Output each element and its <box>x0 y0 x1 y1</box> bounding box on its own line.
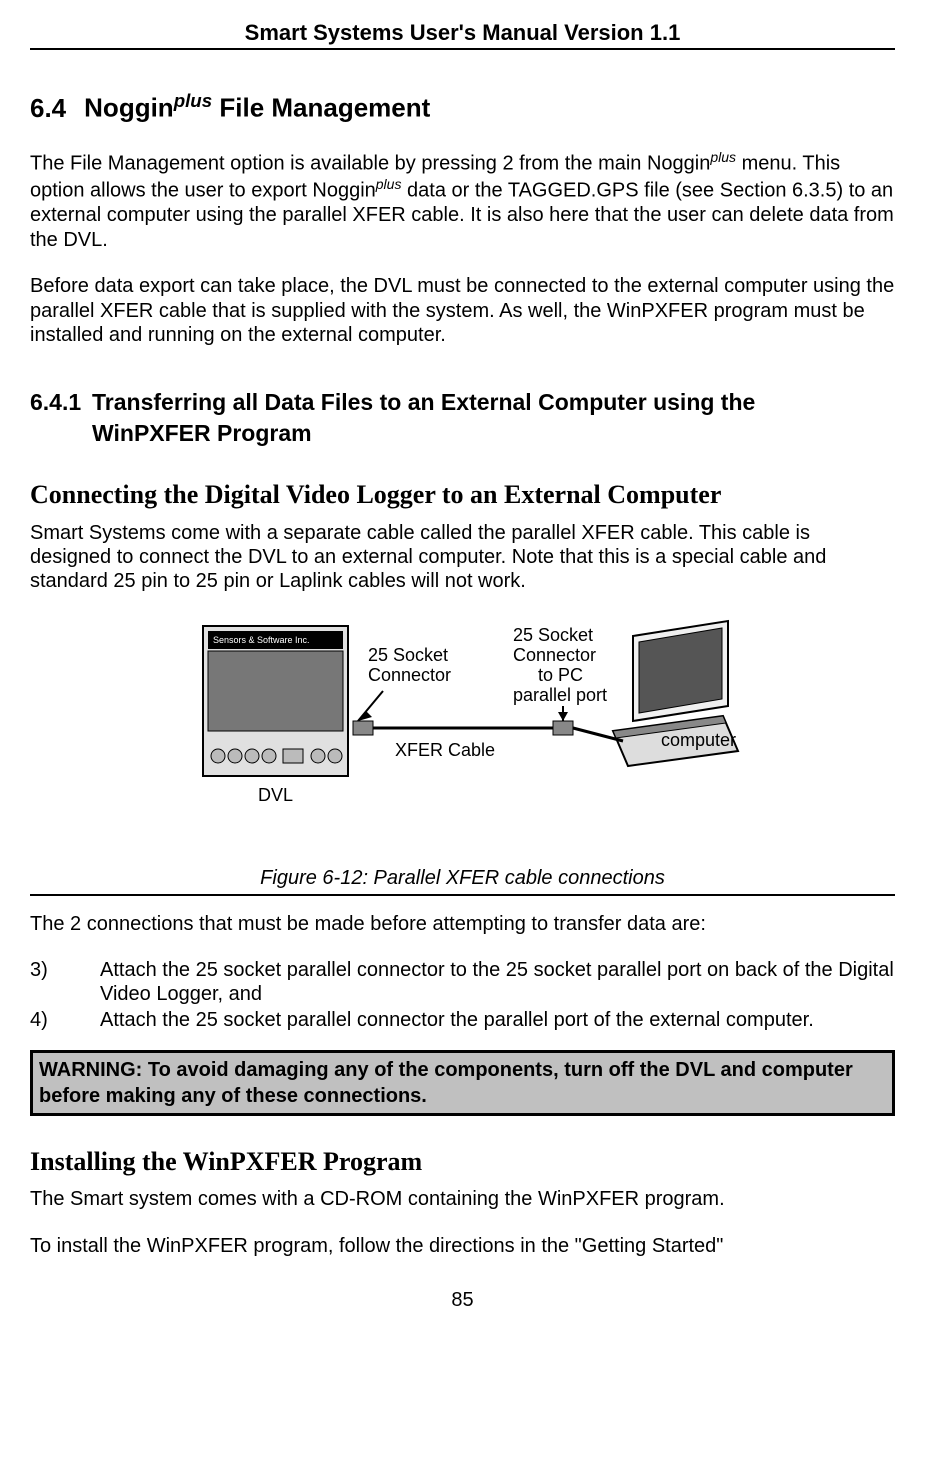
svg-text:Connector: Connector <box>368 665 451 685</box>
svg-text:parallel port: parallel port <box>513 685 607 705</box>
paragraph-1: The File Management option is available … <box>30 149 895 252</box>
warning-box: WARNING: To avoid damaging any of the co… <box>30 1050 895 1116</box>
paragraph-2: Before data export can take place, the D… <box>30 274 895 347</box>
svg-text:XFER Cable: XFER Cable <box>395 740 495 760</box>
serif-heading-installing: Installing the WinPXFER Program <box>30 1146 895 1177</box>
section-number: 6.4 <box>30 93 66 123</box>
page-number: 85 <box>30 1288 895 1312</box>
para1-sup1: plus <box>710 149 736 165</box>
paragraph-5: The Smart system comes with a CD-ROM con… <box>30 1187 895 1211</box>
para1-a: The File Management option is available … <box>30 153 710 175</box>
paragraph-4: The 2 connections that must be made befo… <box>30 912 895 936</box>
svg-text:DVL: DVL <box>258 785 293 805</box>
page-header: Smart Systems User's Manual Version 1.1 <box>30 20 895 50</box>
section-heading: 6.4 Nogginplus File Management <box>30 90 895 124</box>
svg-text:Sensors & Software Inc.: Sensors & Software Inc. <box>213 635 310 645</box>
list-item-4: 4) Attach the 25 socket parallel connect… <box>30 1008 895 1032</box>
serif-heading-connecting: Connecting the Digital Video Logger to a… <box>30 479 895 510</box>
section-brand: Noggin <box>84 93 174 123</box>
para1-sup2: plus <box>376 176 402 192</box>
figure-diagram: Sensors & Software Inc. DVL 25 Socket Co… <box>30 616 895 896</box>
paragraph-3: Smart Systems come with a separate cable… <box>30 521 895 594</box>
subsection-heading: 6.4.1Transferring all Data Files to an E… <box>30 387 895 449</box>
svg-text:to PC: to PC <box>538 665 583 685</box>
list-number: 3) <box>30 958 100 1006</box>
figure-caption: Figure 6-12: Parallel XFER cable connect… <box>30 866 895 896</box>
subsection-title: Transferring all Data Files to an Extern… <box>92 387 852 449</box>
list-text: Attach the 25 socket parallel connector … <box>100 958 895 1006</box>
list-number: 4) <box>30 1008 100 1032</box>
svg-text:25 Socket: 25 Socket <box>513 625 593 645</box>
subsection-number: 6.4.1 <box>30 387 92 418</box>
svg-text:computer: computer <box>661 730 736 750</box>
list-text: Attach the 25 socket parallel connector … <box>100 1008 895 1032</box>
paragraph-6: To install the WinPXFER program, follow … <box>30 1234 895 1258</box>
svg-text:Connector: Connector <box>513 645 596 665</box>
section-rest: File Management <box>212 93 430 123</box>
list-item-3: 3) Attach the 25 socket parallel connect… <box>30 958 895 1006</box>
section-super: plus <box>174 90 212 111</box>
xfer-cable-diagram-svg: Sensors & Software Inc. DVL 25 Socket Co… <box>183 616 743 826</box>
svg-text:25 Socket: 25 Socket <box>368 645 448 665</box>
